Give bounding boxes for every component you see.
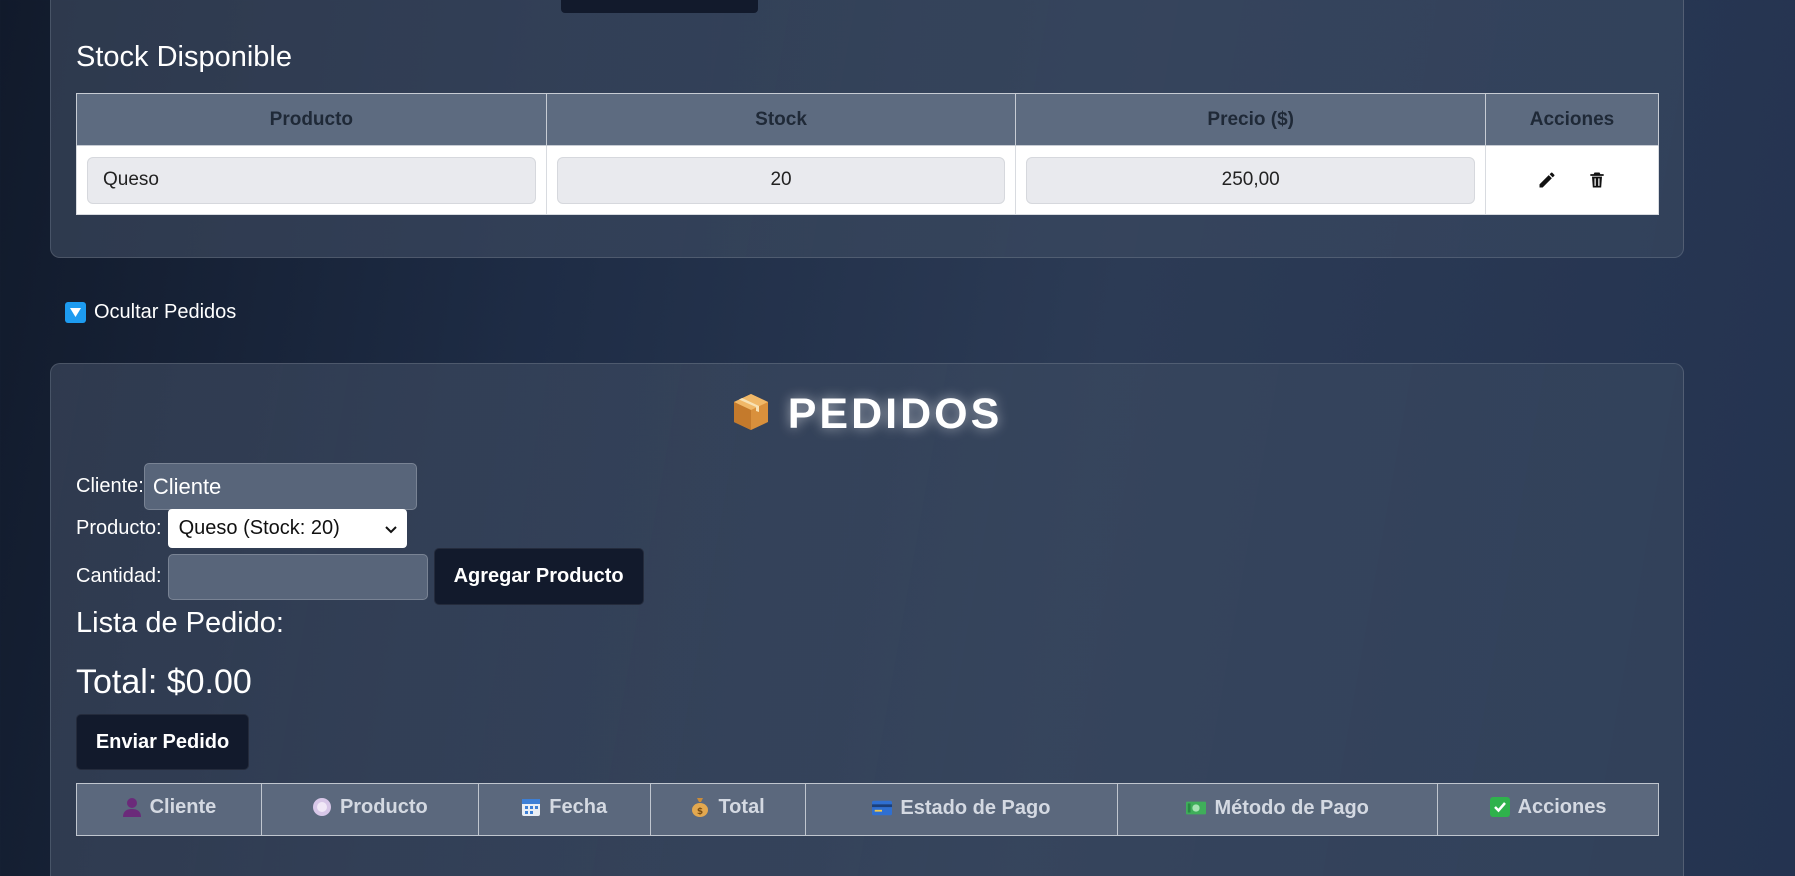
cliente-input[interactable]: Cliente xyxy=(143,463,417,510)
stock-col-stock: Stock xyxy=(545,93,1017,146)
orders-table: Cliente Producto Fecha $ Total Estado de… xyxy=(76,783,1659,836)
cantidad-row: Cantidad: Agregar Producto xyxy=(76,548,644,605)
person-icon xyxy=(122,797,142,818)
cell-stock: 20 xyxy=(545,145,1017,215)
orders-col-cliente-label: Cliente xyxy=(149,795,217,818)
stock-title: Stock Disponible xyxy=(76,41,292,73)
orders-header-row: Cliente Producto Fecha $ Total Estado de… xyxy=(76,783,1659,836)
banknote-icon xyxy=(1186,798,1207,818)
cliente-row: Cliente: Cliente xyxy=(76,463,417,510)
total-label: Total: $0.00 xyxy=(76,663,252,701)
orders-col-fecha-label: Fecha xyxy=(549,795,608,818)
producto-select[interactable]: Queso (Stock: 20) xyxy=(167,509,407,548)
precio-input[interactable]: 250,00 xyxy=(1026,156,1476,204)
cell-precio: 250,00 xyxy=(1015,145,1487,215)
check-icon xyxy=(1489,797,1510,818)
pedidos-title-text: PEDIDOS xyxy=(787,390,1003,438)
stock-header-row: Producto Stock Precio ($) Acciones xyxy=(76,93,1659,146)
orders-col-acciones: Acciones xyxy=(1437,783,1659,836)
stock-panel: Stock Disponible Producto Stock Precio (… xyxy=(50,0,1684,258)
agregar-producto-button[interactable]: Agregar Producto xyxy=(433,548,644,605)
ocultar-pedidos-toggle[interactable]: Ocultar Pedidos xyxy=(65,301,236,324)
producto-label: Producto: xyxy=(76,517,162,539)
orders-col-acciones-label: Acciones xyxy=(1517,795,1607,818)
orders-col-metodo-pago-label: Método de Pago xyxy=(1214,796,1369,819)
table-row: Queso 20 250,00 xyxy=(76,145,1659,215)
orders-col-cliente: Cliente xyxy=(76,783,262,836)
cell-producto: Queso xyxy=(76,145,547,215)
producto-selected-value: Queso (Stock: 20) xyxy=(178,517,340,539)
producto-input[interactable]: Queso xyxy=(87,156,536,204)
svg-text:$: $ xyxy=(697,807,703,817)
stock-col-producto: Producto xyxy=(76,93,547,146)
orders-col-producto: Producto xyxy=(260,783,479,836)
chevron-down-icon xyxy=(384,517,397,540)
stock-col-acciones: Acciones xyxy=(1485,93,1659,146)
pencil-icon[interactable] xyxy=(1535,168,1559,192)
package-icon xyxy=(732,392,770,443)
cantidad-input[interactable] xyxy=(167,553,428,600)
orders-col-total-label: Total xyxy=(718,795,765,818)
top-dark-button-stub[interactable] xyxy=(561,0,758,13)
producto-row: Producto: Queso (Stock: 20) xyxy=(76,509,407,548)
enviar-pedido-button[interactable]: Enviar Pedido xyxy=(76,714,249,770)
orders-col-total: $ Total xyxy=(649,783,806,836)
stock-col-precio: Precio ($) xyxy=(1015,93,1487,146)
toggle-label: Ocultar Pedidos xyxy=(94,301,237,323)
orders-col-fecha: Fecha xyxy=(477,783,651,836)
orders-col-producto-label: Producto xyxy=(339,795,428,818)
orders-col-estado-pago-label: Estado de Pago xyxy=(900,796,1051,819)
pedidos-title: PEDIDOS xyxy=(51,390,1683,443)
calendar-icon xyxy=(521,797,541,817)
cantidad-label: Cantidad: xyxy=(76,565,162,587)
orders-col-estado-pago: Estado de Pago xyxy=(804,783,1119,836)
money-bag-icon: $ xyxy=(690,797,710,818)
triangle-down-icon xyxy=(65,302,86,323)
trash-icon[interactable] xyxy=(1585,168,1609,192)
lista-pedido-title: Lista de Pedido: xyxy=(76,607,284,639)
product-icon xyxy=(312,797,332,817)
stock-input[interactable]: 20 xyxy=(556,156,1006,204)
stock-table: Producto Stock Precio ($) Acciones Queso… xyxy=(76,93,1659,215)
credit-card-icon xyxy=(872,798,893,818)
cell-acciones xyxy=(1485,145,1659,215)
cliente-label: Cliente: xyxy=(76,475,144,497)
orders-col-metodo-pago: Método de Pago xyxy=(1117,783,1439,836)
pedidos-panel: PEDIDOS Cliente: Cliente Producto: Queso… xyxy=(50,363,1684,876)
